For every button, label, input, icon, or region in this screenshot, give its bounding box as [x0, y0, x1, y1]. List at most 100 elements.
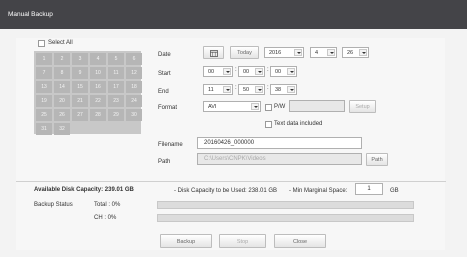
- time-separator: :: [267, 67, 269, 73]
- calendar-day-cell[interactable]: 28: [90, 109, 106, 121]
- title-bar: Manual Backup: [0, 0, 467, 29]
- today-button[interactable]: Today: [230, 46, 259, 59]
- year-value: 2016: [269, 50, 282, 56]
- chevron-down-icon: [359, 49, 367, 56]
- window-title: Manual Backup: [8, 11, 53, 18]
- calendar-day-cell[interactable]: 13: [36, 81, 52, 93]
- backup-button[interactable]: Backup: [160, 234, 212, 248]
- calendar-day-cell[interactable]: 24: [126, 95, 142, 107]
- calendar-day-cell[interactable]: 23: [108, 95, 124, 107]
- calendar-button[interactable]: [203, 46, 224, 59]
- stop-button[interactable]: Stop: [219, 234, 266, 248]
- date-label: Date: [158, 52, 171, 58]
- start-second-value: 00: [275, 69, 282, 75]
- calendar-day-cell[interactable]: 29: [108, 109, 124, 121]
- calendar-day-cell[interactable]: 14: [54, 81, 70, 93]
- calendar-day-cell[interactable]: 27: [72, 109, 88, 121]
- path-button[interactable]: Path: [366, 153, 388, 166]
- channel-calendar-grid: 1 2 3 4 5 6 7 8 9 10 11 12 13 14 15 16 17 18 19 20 21 22 23 24 2…: [34, 51, 142, 135]
- chevron-down-icon: [294, 49, 302, 56]
- start-label: Start: [158, 71, 171, 77]
- min-marginal-space-unit: GB: [390, 188, 399, 194]
- calendar-day-cell[interactable]: 8: [54, 67, 70, 79]
- calendar-day-cell[interactable]: 7: [36, 67, 52, 79]
- calendar-day-cell[interactable]: 31: [36, 123, 52, 135]
- calendar-day-cell[interactable]: 26: [54, 109, 70, 121]
- end-minute-select[interactable]: 50: [238, 84, 265, 95]
- chevron-down-icon: [223, 86, 231, 93]
- calendar-day-cell[interactable]: 32: [54, 123, 70, 135]
- calendar-day-cell[interactable]: 15: [72, 81, 88, 93]
- text-data-label: Text data included: [274, 121, 323, 127]
- start-hour-value: 00: [208, 69, 215, 75]
- section-divider: [16, 181, 446, 182]
- format-value: AVI: [208, 104, 217, 110]
- calendar-day-cell[interactable]: 20: [54, 95, 70, 107]
- end-second-value: 38: [275, 87, 282, 93]
- calendar-day-cell[interactable]: 3: [72, 53, 88, 65]
- chevron-down-icon: [287, 68, 295, 75]
- start-minute-select[interactable]: 00: [238, 66, 265, 77]
- start-second-select[interactable]: 00: [270, 66, 297, 77]
- chevron-down-icon: [255, 86, 263, 93]
- year-select[interactable]: 2016: [264, 47, 304, 58]
- channel-progress-text: CH : 0%: [94, 215, 117, 221]
- filename-field[interactable]: 20160426_000000: [197, 137, 362, 149]
- calendar-icon: [209, 50, 218, 57]
- format-label: Format: [158, 105, 178, 111]
- calendar-day-cell[interactable]: 16: [90, 81, 106, 93]
- end-hour-select[interactable]: 11: [203, 84, 233, 95]
- calendar-day-cell[interactable]: 17: [108, 81, 124, 93]
- end-hour-value: 11: [208, 87, 214, 93]
- end-minute-value: 50: [243, 87, 250, 93]
- time-separator: :: [235, 85, 237, 91]
- calendar-day-cell[interactable]: 12: [126, 67, 142, 79]
- chevron-down-icon: [327, 49, 335, 56]
- text-data-checkbox[interactable]: [265, 121, 272, 128]
- calendar-day-cell[interactable]: 6: [126, 53, 142, 65]
- start-hour-select[interactable]: 00: [203, 66, 233, 77]
- day-select[interactable]: 26: [342, 47, 369, 58]
- close-button[interactable]: Close: [274, 234, 326, 248]
- min-marginal-space-field[interactable]: 1: [355, 183, 383, 195]
- chevron-down-icon: [223, 68, 231, 75]
- calendar-day-cell[interactable]: 25: [36, 109, 52, 121]
- calendar-day-cell[interactable]: 22: [90, 95, 106, 107]
- total-progress-bar: [157, 201, 414, 209]
- available-disk-capacity: Available Disk Capacity: 239.01 GB: [34, 187, 134, 193]
- calendar-day-cell[interactable]: 18: [126, 81, 142, 93]
- month-select[interactable]: 4: [310, 47, 337, 58]
- password-label: P/W: [274, 104, 286, 110]
- select-all-checkbox[interactable]: [38, 40, 45, 47]
- day-value: 26: [347, 50, 354, 56]
- select-all-label: Select All: [48, 40, 73, 46]
- path-field[interactable]: C:\Users\CNPK\Videos: [197, 153, 362, 165]
- path-label: Path: [158, 159, 171, 165]
- password-field[interactable]: [289, 100, 345, 112]
- end-second-select[interactable]: 38: [270, 84, 297, 95]
- month-value: 4: [315, 50, 319, 56]
- calendar-day-cell[interactable]: 30: [126, 109, 142, 121]
- channel-progress-bar: [157, 214, 414, 222]
- calendar-day-cell[interactable]: 10: [90, 67, 106, 79]
- time-separator: :: [267, 85, 269, 91]
- calendar-day-cell[interactable]: 19: [36, 95, 52, 107]
- disk-capacity-to-be-used: - Disk Capacity to be Used: 238.01 GB: [174, 188, 278, 194]
- min-marginal-space-label: - Min Marginal Space:: [289, 188, 348, 194]
- calendar-day-cell[interactable]: 1: [36, 53, 52, 65]
- time-separator: :: [235, 67, 237, 73]
- calendar-day-cell[interactable]: 4: [90, 53, 106, 65]
- total-progress-text: Total : 0%: [94, 202, 121, 208]
- chevron-down-icon: [287, 86, 295, 93]
- calendar-day-cell[interactable]: 11: [108, 67, 124, 79]
- format-select[interactable]: AVI: [203, 101, 261, 112]
- calendar-day-cell[interactable]: 2: [54, 53, 70, 65]
- calendar-day-cell[interactable]: 9: [72, 67, 88, 79]
- calendar-day-cell[interactable]: 5: [108, 53, 124, 65]
- password-checkbox[interactable]: [265, 104, 272, 111]
- setup-button[interactable]: Setup: [349, 100, 376, 113]
- chevron-down-icon: [255, 68, 263, 75]
- end-label: End: [158, 89, 169, 95]
- calendar-day-cell[interactable]: 21: [72, 95, 88, 107]
- backup-status-label: Backup Status: [34, 202, 73, 208]
